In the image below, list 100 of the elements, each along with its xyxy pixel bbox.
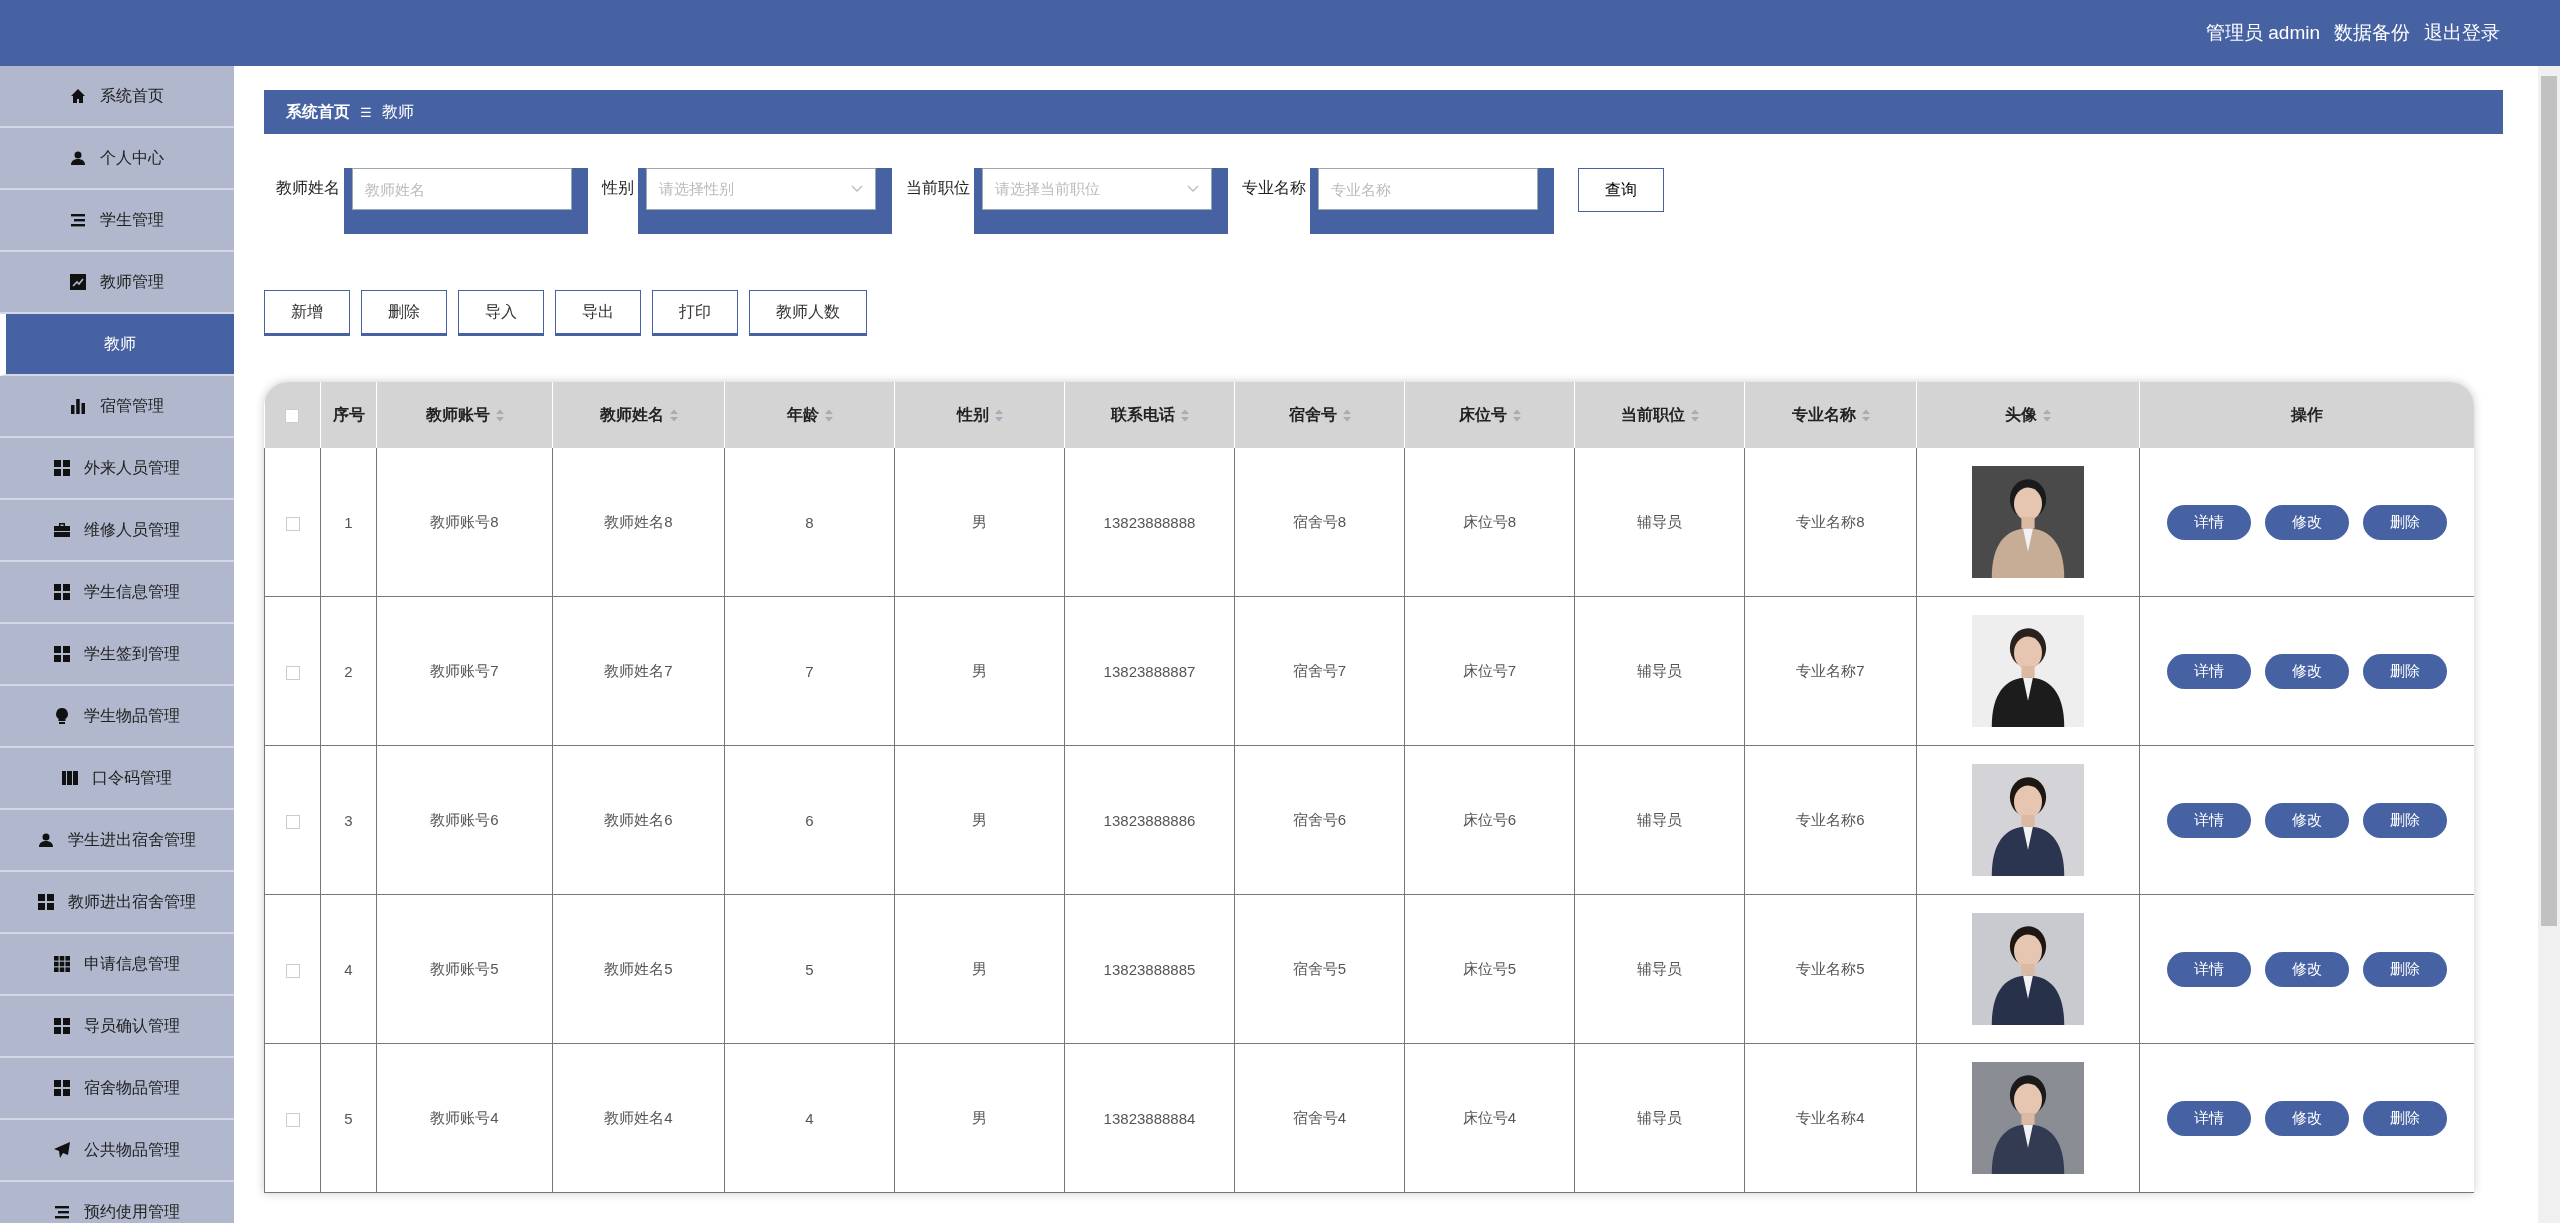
table-cell: 3 <box>344 811 353 829</box>
sort-icon[interactable] <box>824 408 833 422</box>
column-header[interactable]: 教师账号 <box>425 404 504 426</box>
column-header[interactable]: 联系电话 <box>1110 404 1189 426</box>
column-header[interactable]: 年龄 <box>786 404 833 426</box>
sidebar-item[interactable]: 学生进出宿舍管理 <box>0 810 234 872</box>
sort-icon[interactable] <box>1861 408 1870 422</box>
sort-icon[interactable] <box>495 408 504 422</box>
table-cell: 宿舍号7 <box>1292 661 1347 679</box>
sidebar-item[interactable]: 口令码管理 <box>0 748 234 810</box>
action-button[interactable]: 教师人数 <box>749 290 867 336</box>
row-action-button[interactable]: 详情 <box>2167 802 2251 838</box>
row-action-button[interactable]: 修改 <box>2265 1100 2349 1136</box>
sidebar-item[interactable]: 宿舍物品管理 <box>0 1058 234 1120</box>
input-field[interactable]: 专业名称 <box>1310 168 1554 234</box>
sidebar-item[interactable]: 教师进出宿舍管理 <box>0 872 234 934</box>
sidebar-item[interactable]: 预约使用管理 <box>0 1182 234 1223</box>
row-action-button[interactable]: 删除 <box>2363 653 2447 689</box>
row-checkbox[interactable] <box>285 963 300 978</box>
column-header[interactable]: 床位号 <box>1458 404 1521 426</box>
row-action-button[interactable]: 删除 <box>2363 1100 2447 1136</box>
row-action-button[interactable]: 详情 <box>2167 653 2251 689</box>
table-cell: 13823888886 <box>1103 811 1196 829</box>
sidebar-item[interactable]: 学生签到管理 <box>0 624 234 686</box>
action-button[interactable]: 打印 <box>652 290 738 336</box>
sort-icon[interactable] <box>994 408 1003 422</box>
list-icon <box>70 212 86 228</box>
column-header[interactable]: 头像 <box>2005 404 2051 426</box>
select-all-checkbox[interactable] <box>285 408 300 423</box>
action-button[interactable]: 导出 <box>555 290 641 336</box>
scrollbar[interactable] <box>2538 66 2560 1223</box>
sort-icon[interactable] <box>1342 408 1351 422</box>
table-cell: 辅导员 <box>1637 959 1682 977</box>
row-action-button[interactable]: 修改 <box>2265 802 2349 838</box>
sort-icon[interactable] <box>1180 408 1189 422</box>
row-action-button[interactable]: 修改 <box>2265 951 2349 987</box>
sort-icon[interactable] <box>1690 408 1699 422</box>
column-header[interactable]: 当前职位 <box>1620 404 1699 426</box>
briefcase-icon <box>54 522 70 538</box>
header-link[interactable]: 数据备份 <box>2334 20 2410 46</box>
row-action-button[interactable]: 详情 <box>2167 951 2251 987</box>
sidebar-item[interactable]: 个人中心 <box>0 128 234 190</box>
sidebar-item[interactable]: 维修人员管理 <box>0 500 234 562</box>
row-checkbox[interactable] <box>285 1112 300 1127</box>
row-action-button[interactable]: 删除 <box>2363 802 2447 838</box>
table-cell: 男 <box>972 1108 987 1126</box>
sort-icon[interactable] <box>1512 408 1521 422</box>
action-button[interactable]: 新增 <box>264 290 350 336</box>
row-checkbox[interactable] <box>285 516 300 531</box>
sidebar-item[interactable]: 学生信息管理 <box>0 562 234 624</box>
column-header[interactable]: 序号 <box>332 404 365 426</box>
sidebar-item[interactable]: 申请信息管理 <box>0 934 234 996</box>
sidebar-item[interactable]: 学生物品管理 <box>0 686 234 748</box>
table-cell: 8 <box>805 513 814 531</box>
sidebar-item[interactable]: 系统首页 <box>0 66 234 128</box>
table-cell: 男 <box>972 959 987 977</box>
table-cell: 床位号8 <box>1462 512 1517 530</box>
column-header[interactable]: 操作 <box>2291 404 2323 426</box>
search-button[interactable]: 查询 <box>1578 168 1664 212</box>
table-cell: 6 <box>805 811 814 829</box>
grid-icon <box>54 1018 70 1034</box>
row-action-button[interactable]: 删除 <box>2363 504 2447 540</box>
input-field[interactable]: 教师姓名 <box>344 168 588 234</box>
column-header[interactable]: 性别 <box>956 404 1003 426</box>
breadcrumb-link[interactable]: 系统首页 <box>286 101 350 123</box>
row-action-button[interactable]: 详情 <box>2167 1100 2251 1136</box>
table-cell: 床位号7 <box>1462 661 1517 679</box>
sidebar-item[interactable]: 学生管理 <box>0 190 234 252</box>
action-button[interactable]: 删除 <box>361 290 447 336</box>
row-action-button[interactable]: 修改 <box>2265 504 2349 540</box>
chevron-down-icon <box>1187 185 1199 193</box>
column-header[interactable]: 宿舍号 <box>1288 404 1351 426</box>
column-header[interactable]: 教师姓名 <box>599 404 678 426</box>
grid-icon <box>54 646 70 662</box>
list-icon <box>54 1204 70 1220</box>
sidebar-item[interactable]: 宿管管理 <box>0 376 234 438</box>
sidebar-item[interactable]: 导员确认管理 <box>0 996 234 1058</box>
table-cell: 教师账号7 <box>430 661 499 679</box>
row-action-button[interactable]: 修改 <box>2265 653 2349 689</box>
table-cell: 5 <box>344 1109 353 1127</box>
breadcrumb-current: 教师 <box>381 101 414 122</box>
sidebar-item[interactable]: 外来人员管理 <box>0 438 234 500</box>
sidebar-item[interactable]: 公共物品管理 <box>0 1120 234 1182</box>
sidebar-item[interactable]: 教师 <box>0 314 234 376</box>
action-button[interactable]: 导入 <box>458 290 544 336</box>
grid-icon <box>54 956 70 972</box>
column-header[interactable]: 专业名称 <box>1791 404 1870 426</box>
header-link[interactable]: 退出登录 <box>2424 20 2500 46</box>
row-checkbox[interactable] <box>285 814 300 829</box>
sort-icon[interactable] <box>2043 408 2051 422</box>
table-cell: 辅导员 <box>1637 1108 1682 1126</box>
row-action-button[interactable]: 详情 <box>2167 504 2251 540</box>
table-cell: 宿舍号8 <box>1292 512 1347 530</box>
sort-icon[interactable] <box>669 408 678 422</box>
table-cell: 专业名称7 <box>1796 661 1865 679</box>
table-cell: 专业名称6 <box>1796 810 1865 828</box>
row-checkbox[interactable] <box>285 665 300 680</box>
row-action-button[interactable]: 删除 <box>2363 951 2447 987</box>
table-cell: 宿舍号4 <box>1292 1108 1347 1126</box>
bar-chart-icon <box>70 398 86 414</box>
